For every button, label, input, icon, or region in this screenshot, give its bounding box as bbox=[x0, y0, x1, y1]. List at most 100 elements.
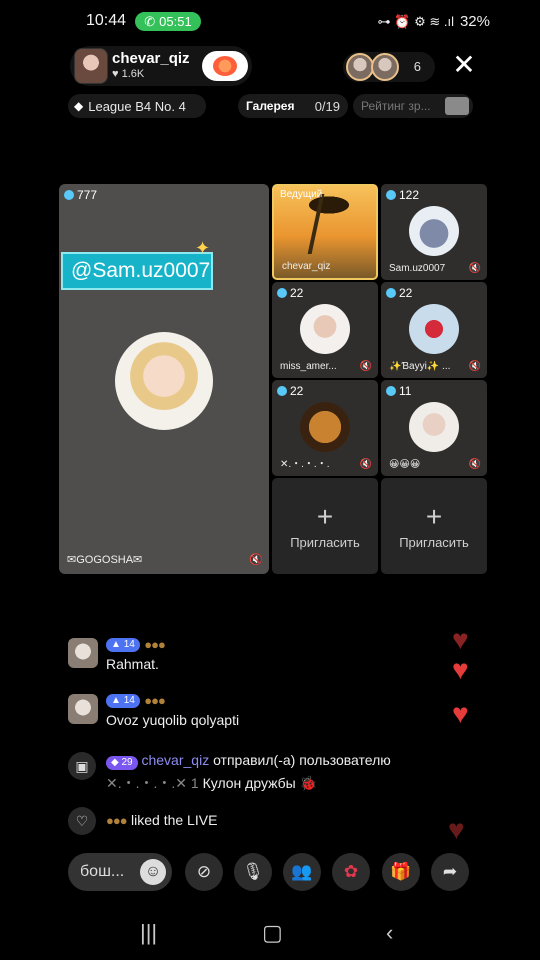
host-info[interactable]: chevar_qiz ♥ 1.6K bbox=[70, 46, 252, 86]
share-button[interactable]: ➦ bbox=[431, 853, 469, 891]
guest-avatar[interactable] bbox=[115, 332, 213, 430]
score-value: 122 bbox=[399, 188, 420, 202]
call-timer: 05:51 bbox=[159, 14, 192, 29]
guest-tile[interactable]: 22 ✕.・.・.・. 🔇 bbox=[272, 380, 378, 476]
host-avatar[interactable] bbox=[74, 48, 108, 84]
comment-placeholder: бош... bbox=[80, 863, 125, 880]
clock: 10:44 bbox=[86, 12, 127, 29]
invite-slot[interactable]: + Пригласить bbox=[381, 478, 487, 574]
viewer-rating-button[interactable]: Рейтинг зр... bbox=[353, 94, 473, 118]
back-icon[interactable]: ‹ bbox=[386, 920, 393, 946]
score-value: 22 bbox=[290, 286, 304, 300]
league-badge[interactable]: ◆ League B4 No. 4 bbox=[68, 94, 206, 118]
score-icon bbox=[386, 386, 396, 396]
mic-off-button[interactable]: 🎙 bbox=[234, 853, 272, 891]
gift-recipient: ✕.・.・.・.✕ 1 bbox=[106, 775, 199, 791]
phone-icon: ✆ bbox=[144, 13, 156, 29]
host-fans-count: 1.6K bbox=[121, 68, 145, 80]
liked-message: ●●● liked the LIVE bbox=[106, 812, 217, 830]
sparkle-icon: ✦ bbox=[195, 238, 211, 258]
close-icon[interactable]: ✕ bbox=[452, 51, 476, 79]
bus-icon bbox=[445, 97, 469, 115]
viewers-panel[interactable]: 6 bbox=[343, 52, 435, 82]
home-icon[interactable]: ▢ bbox=[262, 920, 283, 946]
diamond-icon: ◆ bbox=[74, 99, 84, 113]
score-icon bbox=[277, 386, 287, 396]
system-icons: ⊶ ⏰ ⚙ ≋ .ıl 32% bbox=[378, 13, 490, 30]
camera-off-icon: ⊘ bbox=[196, 862, 212, 881]
level-badge: ◆ 29 bbox=[106, 756, 138, 770]
rating-label: Рейтинг зр... bbox=[361, 99, 431, 113]
heart-icon: ♥ bbox=[112, 68, 119, 80]
score-value: 11 bbox=[399, 384, 412, 398]
main-guest-tile[interactable]: 777 @Sam.uz0007 ✦ ✉GOGOSHA✉ 🔇 bbox=[59, 184, 269, 574]
tile-name: 😀😀😀 bbox=[389, 459, 421, 470]
heart-icon: ♥ bbox=[452, 698, 469, 729]
guest-avatar[interactable] bbox=[409, 206, 459, 256]
tile-name: chevar_qiz bbox=[282, 261, 331, 272]
gift-message: ◆ 29 chevar_qiz отправил(-а) пользовател… bbox=[106, 752, 466, 793]
score-badge: 11 bbox=[386, 384, 411, 398]
guest-tile[interactable]: 11 😀😀😀 🔇 bbox=[381, 380, 487, 476]
guest-avatar[interactable] bbox=[409, 304, 459, 354]
viewer-avatar[interactable] bbox=[371, 53, 399, 81]
share-icon: ➦ bbox=[442, 862, 458, 881]
emoji-icon[interactable]: ☺ bbox=[140, 859, 166, 885]
mic-off-icon: 🔇 bbox=[468, 459, 481, 470]
guest-tile[interactable]: 22 miss_amer... 🔇 bbox=[272, 282, 378, 378]
chat-avatar[interactable] bbox=[68, 694, 98, 724]
score-badge: 777 bbox=[64, 188, 97, 202]
comment-input[interactable]: бош... ☺ bbox=[68, 853, 172, 891]
recent-apps-icon[interactable]: ||| bbox=[140, 920, 157, 946]
guest-grid: 777 @Sam.uz0007 ✦ ✉GOGOSHA✉ 🔇 Ведущий ch… bbox=[59, 184, 487, 574]
tile-name: ✕.・.・.・. bbox=[280, 459, 330, 470]
score-badge: 22 bbox=[277, 384, 303, 398]
score-value: 777 bbox=[77, 188, 98, 202]
guests-button[interactable]: 👥 bbox=[283, 853, 321, 891]
league-label: League B4 No. 4 bbox=[88, 98, 186, 114]
gallery-label: Галерея bbox=[246, 99, 295, 113]
guest-tile[interactable]: 22 ✨Ɓayyi✨ ... 🔇 bbox=[381, 282, 487, 378]
camera-off-button[interactable]: ⊘ bbox=[185, 853, 223, 891]
score-icon bbox=[277, 288, 287, 298]
gallery-button[interactable]: Галерея 0/19 bbox=[238, 94, 348, 118]
gift-pendant-icon: 🐞 bbox=[299, 775, 318, 791]
call-timer-badge[interactable]: ✆ 05:51 bbox=[135, 12, 201, 31]
score-badge: 22 bbox=[277, 286, 303, 300]
guest-tile[interactable]: 122 Sam.uz0007 🔇 bbox=[381, 184, 487, 280]
score-icon bbox=[386, 288, 396, 298]
viewer-avatar[interactable] bbox=[346, 53, 374, 81]
chat-text: Rahmat. bbox=[106, 656, 159, 672]
guest-avatar[interactable] bbox=[409, 402, 459, 452]
gift-name: Кулон дружбы bbox=[202, 775, 296, 791]
rose-icon: ✿ bbox=[343, 862, 359, 881]
badge-icons: ●●● bbox=[144, 693, 166, 709]
tile-name: miss_amer... bbox=[280, 361, 337, 372]
guest-avatar[interactable] bbox=[300, 402, 350, 452]
people-icon: 👥 bbox=[291, 862, 313, 881]
heart-icon: ♥ bbox=[452, 624, 469, 655]
follow-button[interactable] bbox=[202, 51, 248, 81]
tile-name: ✨Ɓayyi✨ ... bbox=[389, 361, 451, 372]
host-fans: ♥ 1.6K bbox=[112, 68, 144, 80]
invite-slot[interactable]: + Пригласить bbox=[272, 478, 378, 574]
chat-text: Ovoz yuqolib qolyapti bbox=[106, 712, 240, 728]
battery-level: 32% bbox=[459, 13, 490, 30]
mention-banner: @Sam.uz0007 bbox=[61, 252, 213, 290]
badge-icons: ●●● bbox=[144, 637, 166, 653]
mic-off-icon: 🔇 bbox=[249, 554, 263, 566]
gift-sender[interactable]: chevar_qiz bbox=[141, 752, 209, 768]
host-tile[interactable]: Ведущий chevar_qiz bbox=[272, 184, 378, 280]
rose-button[interactable]: ✿ bbox=[332, 853, 370, 891]
guest-avatar[interactable] bbox=[300, 304, 350, 354]
liked-text: liked the LIVE bbox=[131, 812, 218, 828]
gift-button[interactable]: 🎁 bbox=[382, 853, 420, 891]
viewer-count: 6 bbox=[413, 59, 421, 74]
status-bar: 10:44 ✆ 05:51 ⊶ ⏰ ⚙ ≋ .ıl 32% bbox=[0, 0, 540, 44]
plus-icon: + bbox=[316, 500, 334, 532]
heart-icon: ♥ bbox=[452, 654, 469, 685]
chat-avatar[interactable] bbox=[68, 638, 98, 668]
bottom-toolbar: бош... ☺ ⊘ 🎙 👥 ✿ 🎁 ➦ bbox=[68, 853, 480, 893]
host-name: chevar_qiz bbox=[112, 50, 190, 67]
host-label: Ведущий bbox=[280, 189, 323, 200]
